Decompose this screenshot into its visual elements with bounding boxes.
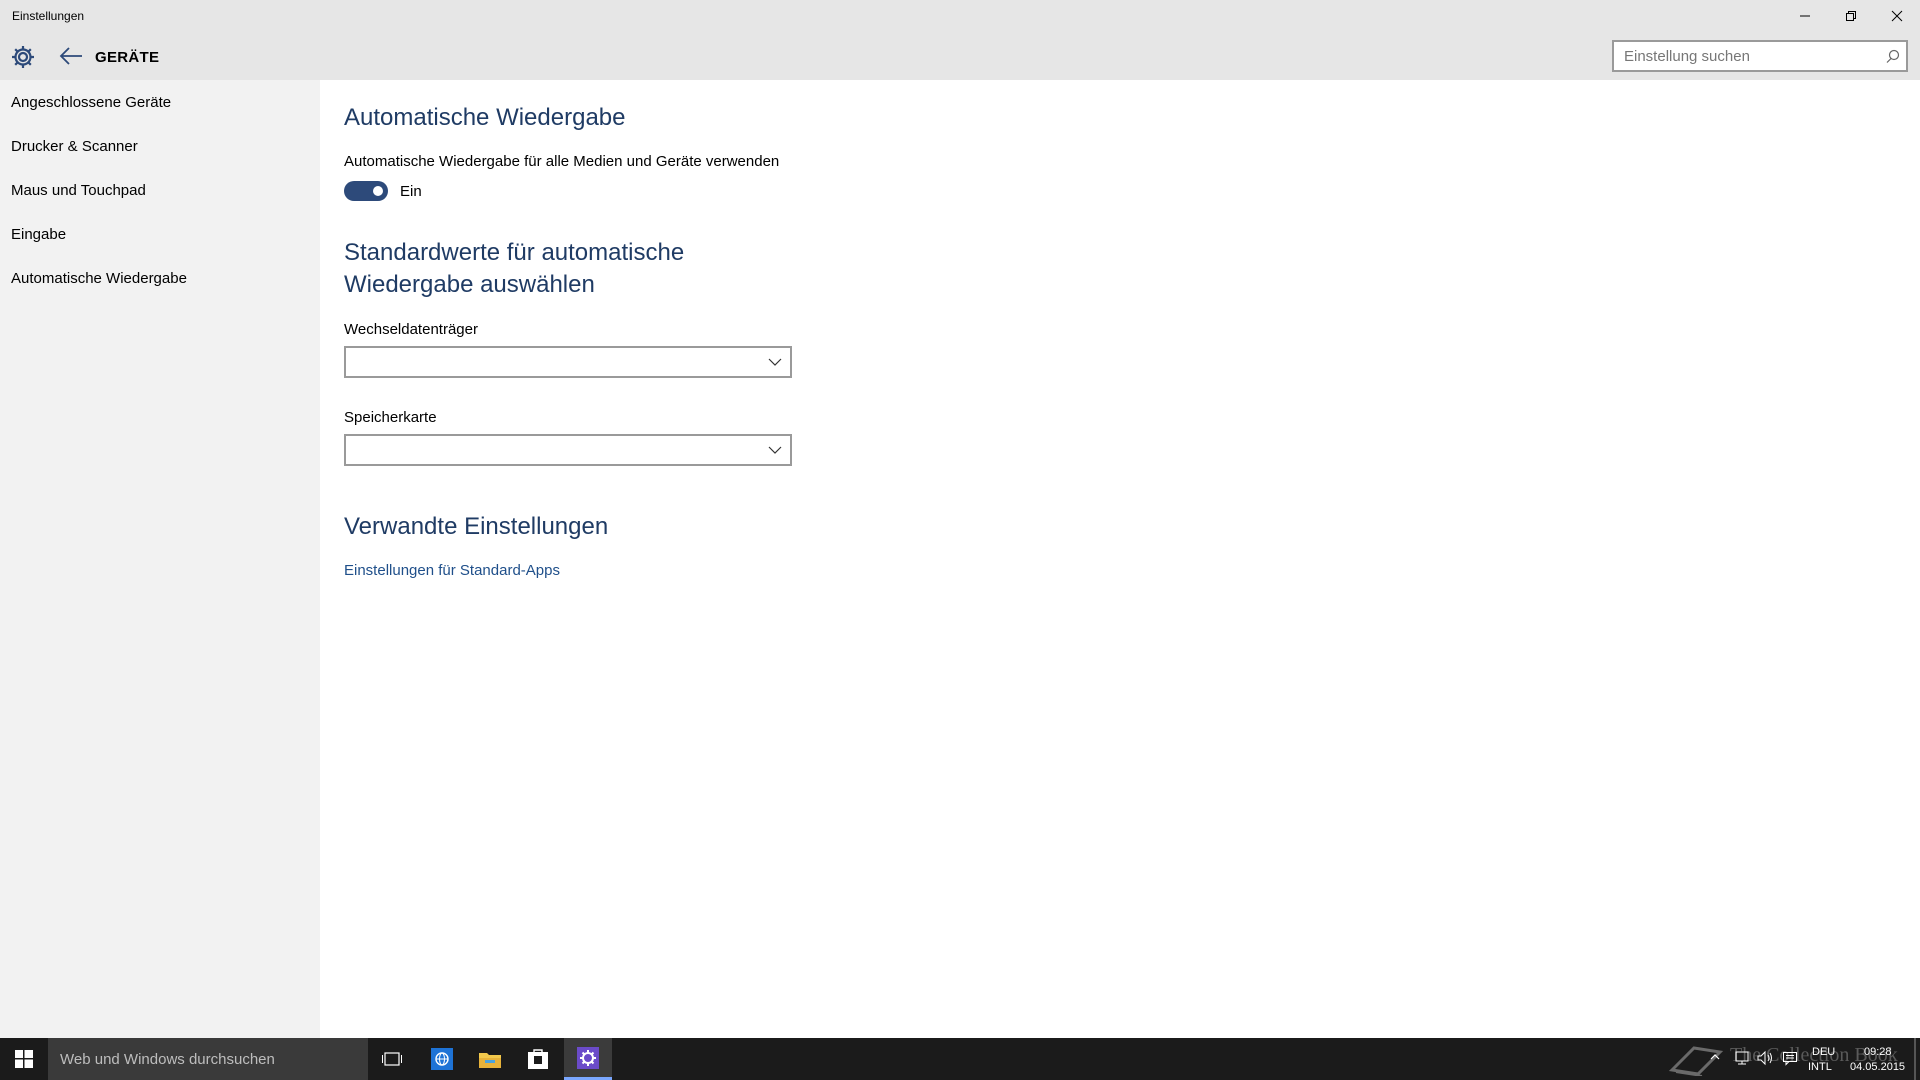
- keyboard-layout-indicator[interactable]: INTL: [1808, 1061, 1832, 1073]
- removable-drive-dropdown[interactable]: [344, 346, 792, 378]
- clock-date[interactable]: 04.05.2015: [1850, 1061, 1905, 1073]
- close-icon: [1891, 10, 1903, 22]
- show-desktop-button[interactable]: [1914, 1038, 1916, 1080]
- taskbar-explorer-button[interactable]: [466, 1038, 514, 1080]
- task-view-icon: [382, 1052, 402, 1066]
- chevron-down-icon: [768, 446, 782, 454]
- sidebar-item-connected-devices[interactable]: Angeschlossene Geräte: [11, 94, 171, 111]
- search-input[interactable]: [1614, 42, 1874, 70]
- memory-card-label: Speicherkarte: [344, 409, 437, 426]
- taskbar-settings-button[interactable]: [564, 1038, 612, 1080]
- sidebar-item-typing[interactable]: Eingabe: [11, 226, 66, 243]
- window-title: Einstellungen: [12, 9, 85, 23]
- back-arrow-icon[interactable]: [58, 44, 84, 68]
- browser-icon: [431, 1048, 453, 1070]
- windows-logo-icon: [15, 1050, 33, 1068]
- defaults-heading-line1: Standardwerte für automatische: [344, 239, 685, 266]
- search-box[interactable]: [1612, 40, 1908, 72]
- folder-icon: [479, 1053, 501, 1068]
- related-settings-heading: Verwandte Einstellungen: [344, 513, 609, 540]
- task-view-button[interactable]: [368, 1038, 416, 1080]
- close-button[interactable]: [1874, 0, 1920, 32]
- gear-icon: [12, 46, 34, 68]
- sidebar-item-autoplay[interactable]: Automatische Wiedergabe: [11, 270, 187, 287]
- taskbar-search-box[interactable]: Web und Windows durchsuchen: [48, 1038, 368, 1080]
- start-button[interactable]: [0, 1038, 48, 1080]
- sidebar-item-mouse-touchpad[interactable]: Maus und Touchpad: [11, 182, 146, 199]
- restore-icon: [1846, 11, 1856, 21]
- taskbar-search-placeholder: Web und Windows durchsuchen: [60, 1051, 275, 1068]
- defaults-heading-line2: Wiedergabe auswählen: [344, 271, 595, 298]
- minimize-button[interactable]: [1782, 0, 1828, 32]
- page-title: GERÄTE: [95, 49, 160, 66]
- taskbar: Web und Windows durchsuchen The Collecti…: [0, 1038, 1920, 1080]
- store-icon: [528, 1049, 548, 1069]
- search-icon[interactable]: [1886, 49, 1900, 63]
- title-bar: Einstellungen: [0, 0, 1920, 32]
- taskbar-browser-button[interactable]: [418, 1038, 466, 1080]
- chevron-down-icon: [768, 358, 782, 366]
- action-center-icon[interactable]: [1782, 1050, 1798, 1066]
- settings-gear-icon: [577, 1046, 599, 1069]
- volume-icon[interactable]: [1756, 1050, 1774, 1066]
- default-apps-link[interactable]: Einstellungen für Standard-Apps: [344, 562, 560, 579]
- restore-button[interactable]: [1828, 0, 1874, 32]
- language-indicator[interactable]: DEU: [1812, 1046, 1835, 1058]
- autoplay-heading: Automatische Wiedergabe: [344, 104, 626, 131]
- toggle-state-text: Ein: [400, 183, 422, 200]
- show-hidden-icons-icon[interactable]: [1710, 1052, 1720, 1062]
- sidebar-item-printers-scanners[interactable]: Drucker & Scanner: [11, 138, 138, 155]
- autoplay-toggle-label: Automatische Wiedergabe für alle Medien …: [344, 153, 780, 170]
- settings-header: GERÄTE: [0, 32, 1920, 80]
- sidebar: Angeschlossene Geräte Drucker & Scanner …: [0, 80, 320, 1038]
- toggle-knob: [373, 186, 383, 196]
- clock-time[interactable]: 09:28: [1864, 1046, 1892, 1058]
- autoplay-toggle[interactable]: [344, 181, 388, 201]
- memory-card-dropdown[interactable]: [344, 434, 792, 466]
- removable-drive-label: Wechseldatenträger: [344, 321, 478, 338]
- network-icon[interactable]: [1734, 1050, 1750, 1066]
- taskbar-store-button[interactable]: [514, 1038, 562, 1080]
- minimize-icon: [1800, 15, 1810, 17]
